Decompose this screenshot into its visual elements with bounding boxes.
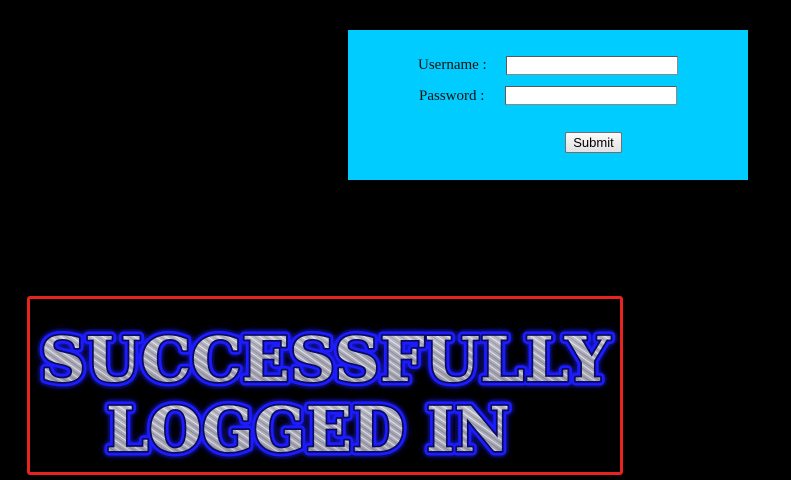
password-label: Password : (419, 88, 485, 104)
username-label: Username : (418, 57, 487, 73)
success-line2-shade: LOGGED IN (106, 393, 510, 466)
username-input[interactable] (506, 56, 678, 75)
success-line1-shade: SUCCESSFULLY (40, 323, 611, 396)
password-input[interactable] (505, 86, 677, 105)
success-banner-art: SUCCESSFULLY LOGGED IN SUCCESSFULLY LOGG… (36, 319, 616, 471)
success-banner: SUCCESSFULLY LOGGED IN SUCCESSFULLY LOGG… (27, 296, 623, 475)
login-panel: Username : Password : Submit (348, 30, 748, 180)
submit-button[interactable]: Submit (565, 132, 622, 153)
